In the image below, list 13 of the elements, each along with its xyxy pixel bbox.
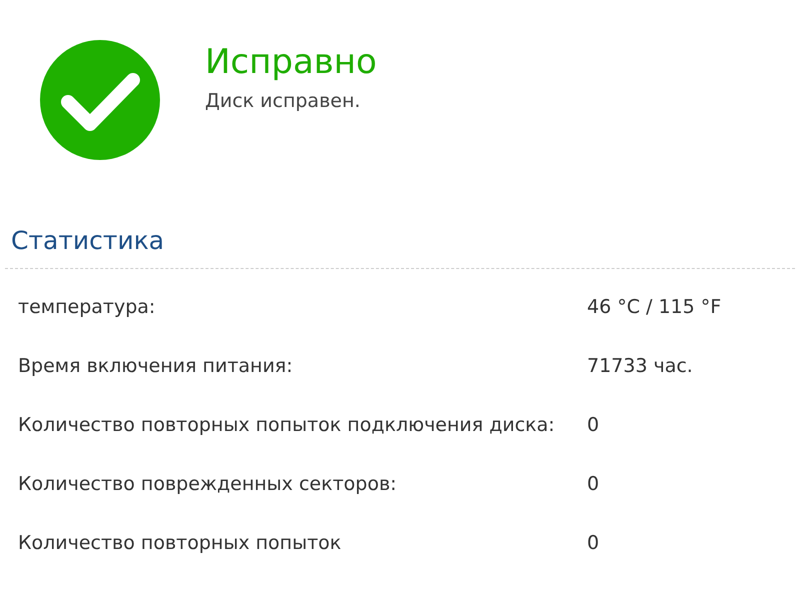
stat-label: Количество повторных попыток подключения диска: xyxy=(18,414,555,436)
stat-label: Количество повторных попыток xyxy=(18,532,342,554)
status-title: Исправно xyxy=(205,42,377,82)
stat-value: 0 xyxy=(587,473,600,495)
stat-value: 0 xyxy=(587,414,600,436)
stat-label: Количество поврежденных секторов: xyxy=(18,473,397,495)
status-message: Диск исправен. xyxy=(205,90,362,112)
stat-value: 0 xyxy=(587,532,600,554)
stat-label: температура: xyxy=(18,296,156,318)
stat-value: 46 °C / 115 °F xyxy=(587,296,722,318)
stat-label: Время включения питания: xyxy=(18,355,293,377)
stat-value: 71733 час. xyxy=(587,355,693,377)
section-heading: Статистика xyxy=(11,225,166,257)
